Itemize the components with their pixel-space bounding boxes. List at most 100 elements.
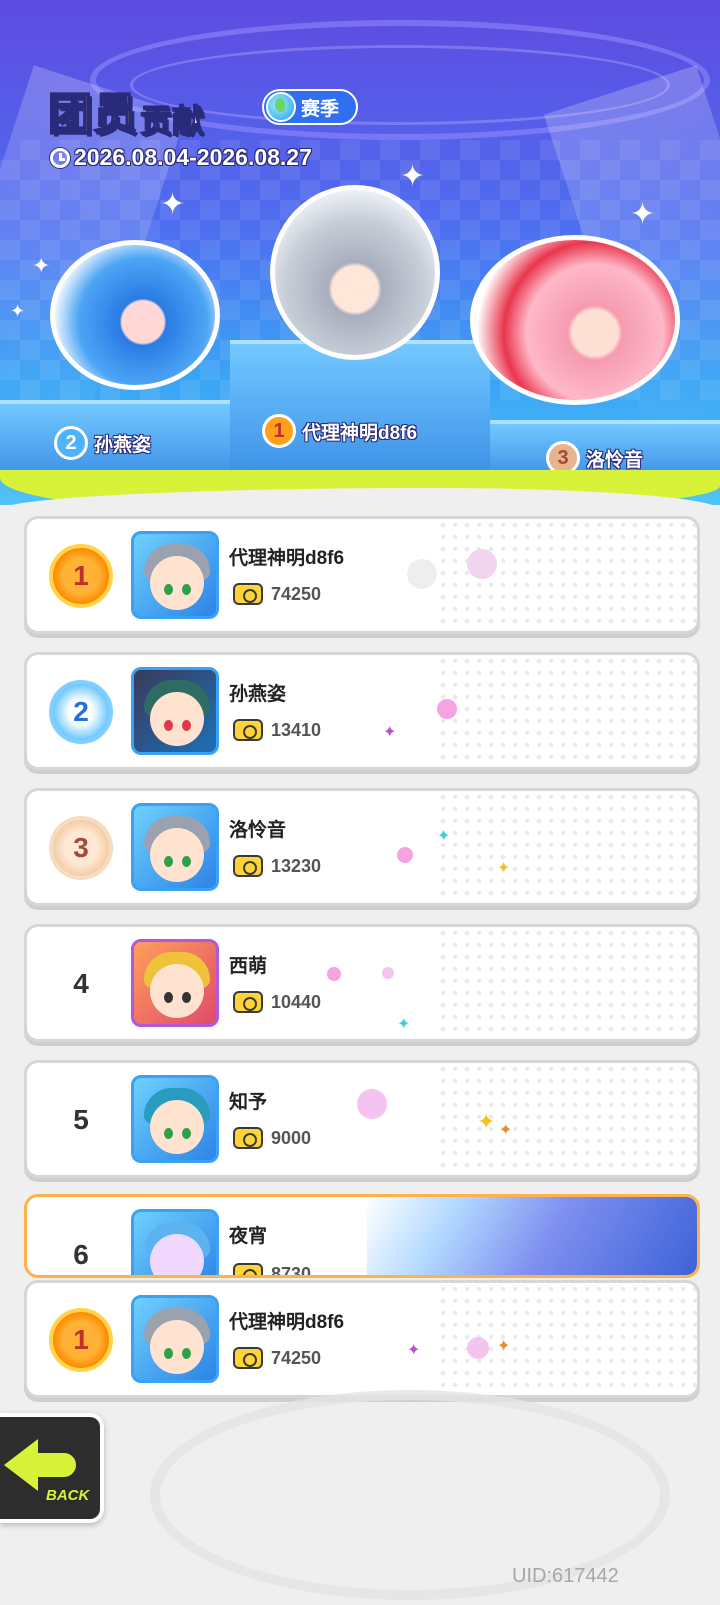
avatar-face [150,1320,204,1374]
sparkle-star-icon: ✦ [497,860,511,877]
avatar[interactable] [131,667,219,755]
header-banner: ✦ ✦ ✦ ✦ ✦ 团员 贡献 赛季 2026.08.04-2026.08.27… [0,0,720,505]
avatar-face [150,964,204,1018]
sparkle-star-icon: ✦ [499,1122,513,1139]
avatar[interactable] [131,531,219,619]
avatar-eye [164,856,173,867]
contribution-coin-icon [233,719,263,741]
sparkle-star-icon: ✦ [630,198,656,231]
podium-first [230,340,490,480]
avatar-eye [182,992,191,1003]
list-item-highlighted[interactable]: 6 夜宵 8730 [24,1194,700,1278]
avatar[interactable] [131,1295,219,1383]
player-name: 代理神明d8f6 [229,548,345,569]
avatar[interactable] [131,1075,219,1163]
rank-badge: 4 [49,952,113,1016]
avatar[interactable] [131,1209,219,1275]
sparkle-star-icon: ✦ [397,1016,411,1033]
rank-badge: 1 [262,414,296,448]
avatar[interactable] [131,803,219,891]
contribution-coin-icon [233,855,263,877]
sparkle-dot [437,699,457,719]
sparkle-star-icon: ✦ [400,160,426,193]
rank-badge: 3 [49,816,113,880]
sparkle-dot [382,967,394,979]
contribution-coin-icon [233,583,263,605]
avatar-eye [164,584,173,595]
date-range-text: 2026.08.04-2026.08.27 [74,144,312,170]
clock-icon [50,147,70,168]
sparkle-star-icon: ✦ [497,1338,511,1355]
sparkle-dot [407,559,437,589]
rank-badge: 2 [54,426,88,460]
contribution-score: 74250 [271,1347,322,1368]
season-badge: 赛季 [262,89,358,125]
avatar-eye [182,856,191,867]
sparkle-dot [327,967,341,981]
back-arrow-shaft [34,1453,76,1477]
second-place-character [50,240,220,390]
title-sub: 贡献 [139,102,205,140]
dot-pattern [437,927,697,1039]
globe-icon [266,92,296,122]
podium-label-second[interactable]: 2 孙燕姿 [54,426,151,460]
sparkle-star-icon: ✦ [437,828,451,845]
rank-badge: 1 [49,544,113,608]
sparkle-dot [357,1089,387,1119]
date-range: 2026.08.04-2026.08.27 [50,144,312,171]
rank-badge: 5 [49,1088,113,1152]
contribution-score: 8730 [271,1263,312,1278]
sparkle-dot [467,1337,489,1359]
back-button-label: BACK [46,1487,90,1504]
rank-badge: 1 [49,1308,113,1372]
contribution-score: 9000 [271,1127,312,1148]
score-row: 74250 [233,1347,321,1369]
player-name: 西萌 [229,956,268,977]
dot-pattern [437,791,697,903]
avatar-eye [182,1348,191,1359]
dot-pattern [437,1063,697,1175]
sparkle-star-icon: ✦ [477,1109,496,1134]
score-row: 13230 [233,855,321,877]
avatar-face [150,556,204,610]
contribution-coin-icon [233,1127,263,1149]
avatar-face [150,828,204,882]
score-row: 9000 [233,1127,311,1149]
avatar-eye [182,584,191,595]
player-name: 代理神明d8f6 [229,1312,345,1333]
avatar-eye [164,720,173,731]
avatar-eye [164,1128,173,1139]
sparkle-star-icon: ✦ [10,301,26,321]
list-item[interactable]: 4 西萌 10440 ✦ [24,924,700,1042]
list-item[interactable]: 1 代理神明d8f6 74250 [24,516,700,634]
rank-badge: 2 [49,680,113,744]
avatar-eye [182,1128,191,1139]
back-button[interactable]: BACK [0,1413,104,1523]
player-name: 孙燕姿 [229,684,287,705]
player-name: 洛怜音 [229,820,287,841]
first-place-character [270,185,440,360]
contribution-score: 74250 [271,583,322,604]
player-name: 知予 [229,1092,268,1113]
back-arrow-icon [4,1439,38,1491]
user-id: UID:617442 [512,1565,619,1587]
score-row: 13410 [233,719,321,741]
avatar-eye [164,1348,173,1359]
sparkle-star-icon: ✦ [32,253,51,278]
avatar[interactable] [131,939,219,1027]
contribution-score: 13410 [271,719,322,740]
dot-pattern [437,655,697,767]
sparkle-star-icon: ✦ [407,1342,421,1359]
third-place-character [470,235,680,405]
avatar-face [150,692,204,746]
sparkle-dot [467,549,497,579]
contribution-coin-icon [233,1263,263,1275]
list-item[interactable]: 2 孙燕姿 13410 ✦ [24,652,700,770]
season-label: 赛季 [301,98,340,120]
podium-label-first[interactable]: 1 代理神明d8f6 [262,414,417,448]
score-row: 10440 [233,991,321,1013]
self-rank-row[interactable]: 1 代理神明d8f6 74250 ✦ ✦ [24,1280,700,1398]
contribution-coin-icon [233,991,263,1013]
list-item[interactable]: 3 洛怜音 13230 ✦ ✦ [24,788,700,906]
list-item[interactable]: 5 知予 9000 ✦ ✦ [24,1060,700,1178]
